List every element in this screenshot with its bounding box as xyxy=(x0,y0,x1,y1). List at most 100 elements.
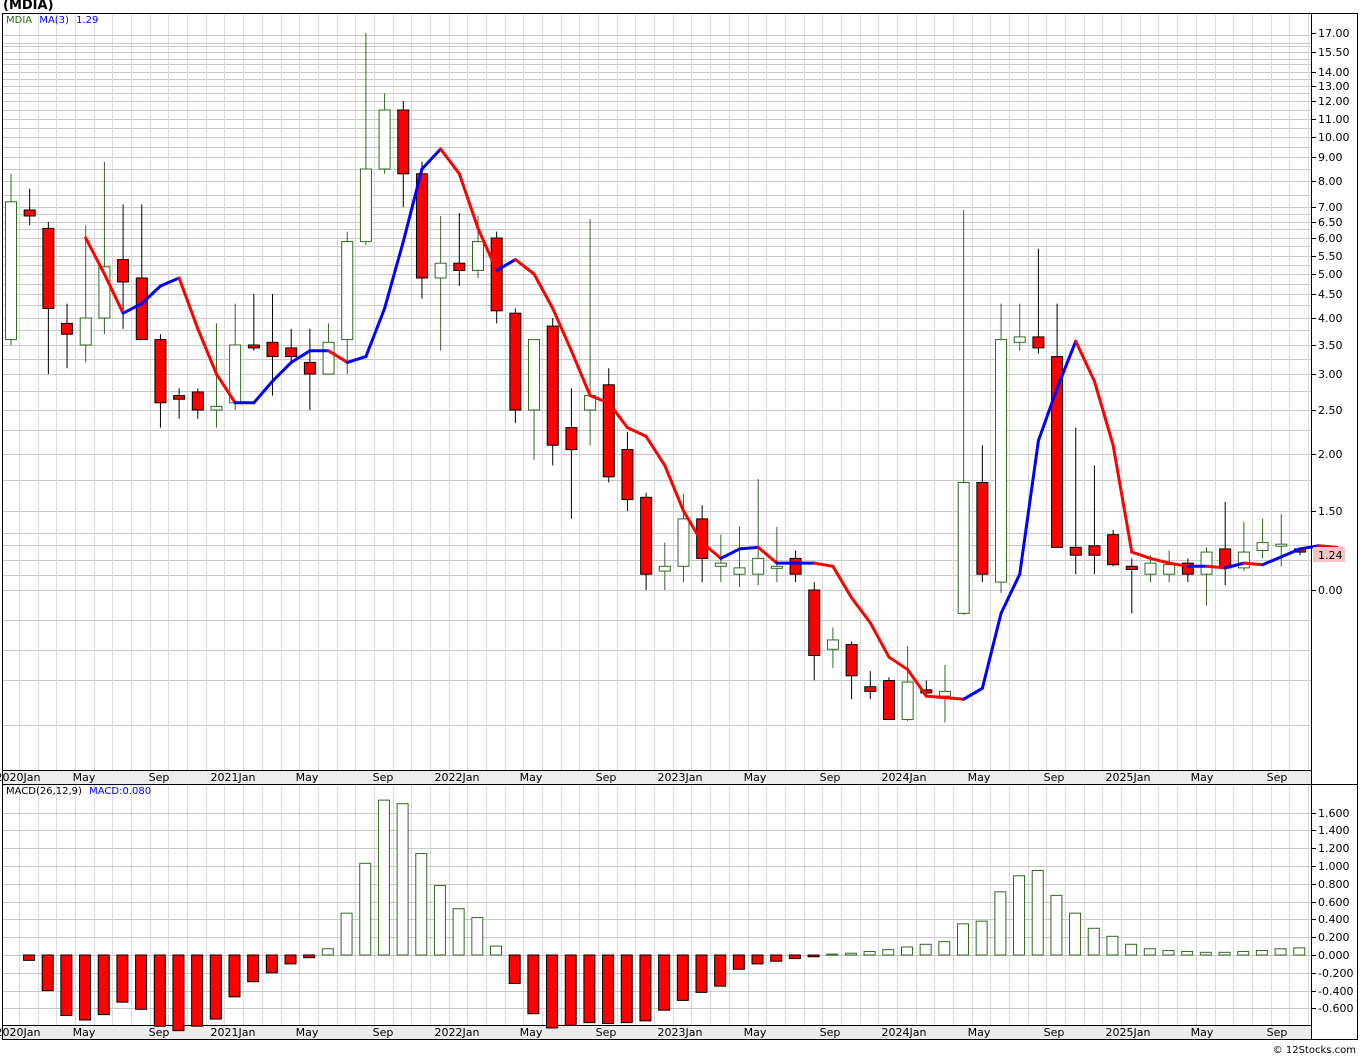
candle-body xyxy=(247,344,260,349)
ma3-line xyxy=(84,147,1339,701)
macd-x-tick-label: 2024Jan xyxy=(882,1026,927,1039)
price-panel-frame xyxy=(2,13,1358,785)
candle-body xyxy=(602,384,615,478)
macd-x-tick-label: 2025Jan xyxy=(1106,1026,1151,1039)
candle-body xyxy=(1219,548,1232,569)
ma3-segment xyxy=(644,434,667,467)
macd-bar xyxy=(546,954,559,1029)
candle-body xyxy=(826,639,839,650)
ma3-segment xyxy=(831,564,854,600)
ma3-segment xyxy=(513,258,536,276)
candle-body xyxy=(42,227,55,309)
macd-bar xyxy=(60,954,73,1017)
candle-body xyxy=(23,209,36,217)
macd-bar xyxy=(1237,950,1250,956)
macd-bar xyxy=(732,954,745,970)
ma3-segment xyxy=(663,463,685,513)
macd-x-tick-label: 2021Jan xyxy=(211,1026,256,1039)
price-x-tick-label: Sep xyxy=(1267,771,1288,784)
candle-body xyxy=(397,109,410,175)
macd-bar xyxy=(788,954,801,960)
candle-body xyxy=(191,391,204,411)
macd-bar xyxy=(415,853,428,956)
macd-bar xyxy=(527,954,540,1015)
ma3-segment xyxy=(943,696,966,701)
macd-y-tick-label: -0.600 xyxy=(1318,1002,1353,1015)
macd-bar xyxy=(1274,948,1287,956)
macd-x-tick-label: May xyxy=(296,1026,319,1039)
macd-bar xyxy=(639,954,652,1022)
price-y-tick-label: 4.50 xyxy=(1318,288,1343,301)
candle-body xyxy=(976,482,989,575)
legend-macd-value: MACD:0.080 xyxy=(89,786,152,797)
ma3-segment xyxy=(868,621,891,659)
macd-bar xyxy=(23,954,35,961)
candle-body xyxy=(845,644,858,677)
macd-bar xyxy=(247,954,260,983)
candle-body xyxy=(995,339,1008,583)
ma3-segment xyxy=(924,694,947,700)
price-x-tick-label: Sep xyxy=(149,771,170,784)
macd-bar xyxy=(1143,948,1156,956)
ma3-segment xyxy=(1279,547,1302,559)
price-y-tick-label: 7.00 xyxy=(1318,201,1343,214)
macd-bar xyxy=(1013,875,1026,956)
macd-x-tick-label: May xyxy=(1191,1026,1214,1039)
candle-body xyxy=(359,168,372,243)
macd-bar xyxy=(676,954,689,1001)
macd-bar xyxy=(153,954,166,1027)
macd-y-tick-label: 1.400 xyxy=(1318,824,1350,837)
macd-bar xyxy=(321,948,334,956)
ma3-segment xyxy=(532,272,555,310)
price-y-tick-label: 3.00 xyxy=(1318,368,1343,381)
candle-body xyxy=(285,347,298,358)
candle-body xyxy=(154,339,167,404)
candle-body xyxy=(770,565,783,569)
macd-bar xyxy=(994,891,1007,956)
macd-bar xyxy=(135,954,148,1010)
macd-bar xyxy=(1162,950,1175,956)
legend-macd-label: MACD(26,12,9) xyxy=(6,786,82,797)
candle-body xyxy=(882,679,895,720)
price-x-tick-label: 2023Jan xyxy=(658,771,703,784)
macd-bar xyxy=(452,908,465,956)
macd-bar xyxy=(844,952,857,956)
candle-body xyxy=(1163,564,1176,575)
macd-bar xyxy=(807,954,820,958)
macd-x-tick-label: May xyxy=(968,1026,991,1039)
candle-body xyxy=(1107,534,1120,566)
macd-x-tick-label: May xyxy=(73,1026,96,1039)
macd-bar xyxy=(714,954,727,987)
price-x-tick-label: 2021Jan xyxy=(211,771,256,784)
ma3-segment xyxy=(1018,439,1040,576)
macd-bar xyxy=(938,941,951,956)
macd-bar xyxy=(1181,950,1194,956)
macd-bar xyxy=(564,954,577,1026)
candle-body xyxy=(546,325,559,446)
macd-y-tick-label: 1.600 xyxy=(1318,807,1350,820)
macd-legend: MACD(26,12,9) MACD:0.080 xyxy=(6,786,151,797)
macd-bar xyxy=(490,945,502,956)
macd-x-tick-label: Sep xyxy=(373,1026,394,1039)
macd-x-tick-label: May xyxy=(520,1026,543,1039)
price-x-tick-label: May xyxy=(296,771,319,784)
legend-ma-value: 1.29 xyxy=(76,15,99,26)
ma3-segment xyxy=(1242,561,1265,567)
macd-bar xyxy=(602,954,615,1025)
macd-bar xyxy=(770,954,783,962)
macd-x-tick-label: 2020Jan xyxy=(0,1026,41,1039)
macd-bar xyxy=(975,920,988,956)
candle-body xyxy=(808,589,821,657)
price-y-tick-label: 15.50 xyxy=(1318,46,1350,59)
candle-body xyxy=(677,518,690,567)
price-y-tick-label: 2.00 xyxy=(1318,448,1343,461)
macd-bar xyxy=(900,946,913,956)
candle-body xyxy=(1069,546,1082,556)
stock-chart: 0.00 1.50 2.00 2.50 3.00 3.50 4.00 4.50 5.00 5.50… xyxy=(0,13,1358,1040)
candle-body xyxy=(61,322,74,335)
candle-body xyxy=(434,262,447,279)
candle-body xyxy=(322,341,335,375)
candle-body xyxy=(789,557,802,575)
macd-x-tick-label: Sep xyxy=(596,1026,617,1039)
macd-bar xyxy=(1255,950,1268,956)
